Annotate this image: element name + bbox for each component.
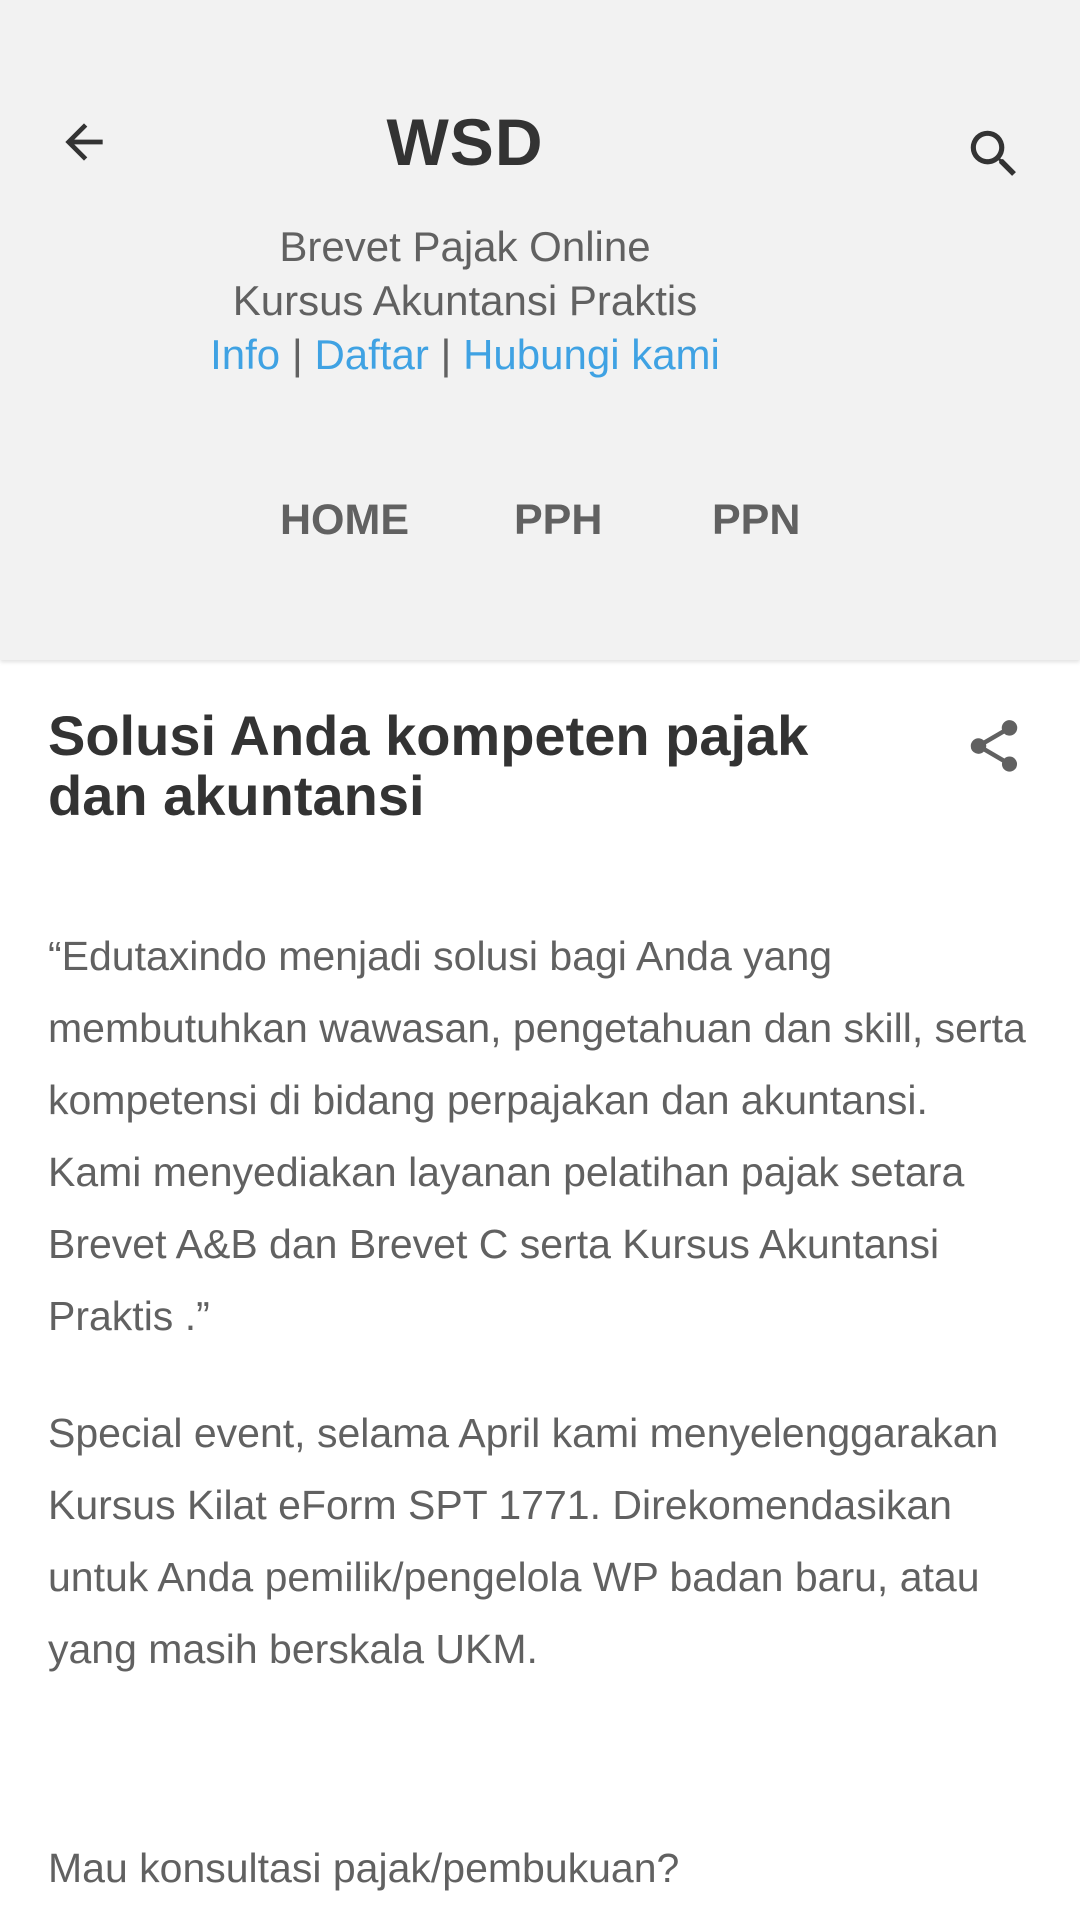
app-header: WSD Brevet Pajak Online Kursus Akuntansi… bbox=[0, 0, 1080, 660]
tagline-line-2: Kursus Akuntansi Praktis bbox=[232, 277, 698, 324]
site-title[interactable]: WSD bbox=[0, 104, 930, 180]
hubungi-kami-link[interactable]: Hubungi kami bbox=[463, 331, 720, 378]
post-title: Solusi Anda kompeten pajak dan akuntansi bbox=[48, 704, 809, 827]
link-separator: | bbox=[291, 331, 303, 378]
link-separator: | bbox=[440, 331, 452, 378]
tagline-links: Info | Daftar | Hubungi kami bbox=[0, 328, 930, 382]
daftar-link[interactable]: Daftar bbox=[314, 331, 428, 378]
search-icon bbox=[970, 130, 1016, 176]
site-tagline: Brevet Pajak Online Kursus Akuntansi Pra… bbox=[0, 220, 930, 382]
main-nav: HOME PPH PPN bbox=[0, 496, 1080, 556]
post-paragraph-2: Special event, selama April kami menyele… bbox=[48, 1410, 999, 1672]
info-link[interactable]: Info bbox=[210, 331, 280, 378]
nav-item-home[interactable]: HOME bbox=[280, 496, 409, 545]
share-icon bbox=[970, 720, 1018, 772]
post-paragraph-1: “Edutaxindo menjadi solusi bagi Anda yan… bbox=[48, 933, 1026, 1339]
share-button[interactable] bbox=[960, 712, 1028, 780]
nav-item-ppn[interactable]: PPN bbox=[712, 496, 800, 545]
tagline-line-1: Brevet Pajak Online bbox=[279, 223, 651, 270]
search-button[interactable] bbox=[960, 120, 1028, 188]
nav-item-pph[interactable]: PPH bbox=[514, 496, 602, 545]
post-paragraph-3: Mau konsultasi pajak/pembukuan? bbox=[48, 1845, 680, 1891]
